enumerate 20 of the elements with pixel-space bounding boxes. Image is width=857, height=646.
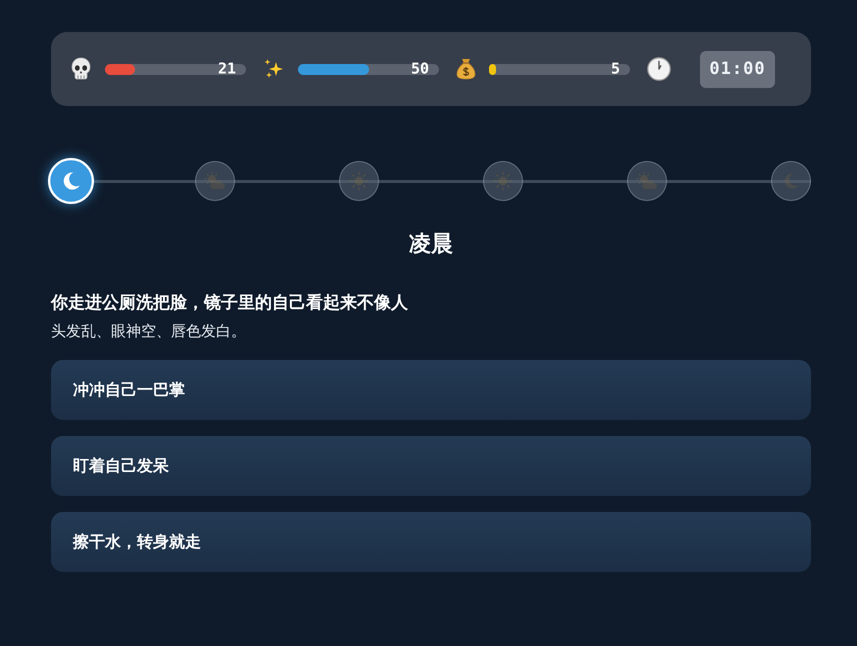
sun-cloud-icon [637,172,657,190]
choice-button[interactable]: 擦干水，转身就走 [51,512,811,572]
clock-icon [647,57,671,81]
choice-button[interactable]: 冲冲自己一巴掌 [51,360,811,420]
scene-headline: 你走进公厕洗把脸，镜子里的自己看起来不像人 [51,292,409,315]
sun-icon [350,172,368,190]
choice-button[interactable]: 盯着自己发呆 [51,436,811,496]
stat-value: 5 [610,60,620,78]
sun-icon [494,172,512,190]
money-bag-icon [456,58,476,80]
crescent-moon-icon [60,170,82,192]
stat-value: 50 [410,60,429,78]
scene-description: 头发乱、眼神空、唇色发白。 [51,321,247,342]
sun-cloud-icon [205,172,225,190]
time-of-day-title: 凌晨 [408,231,454,259]
skull-icon [70,57,92,81]
sparkles-icon [263,58,285,80]
crescent-moon-icon [782,172,800,190]
timer-display: 01:00 [700,50,775,88]
stat-value: 21 [218,60,236,78]
